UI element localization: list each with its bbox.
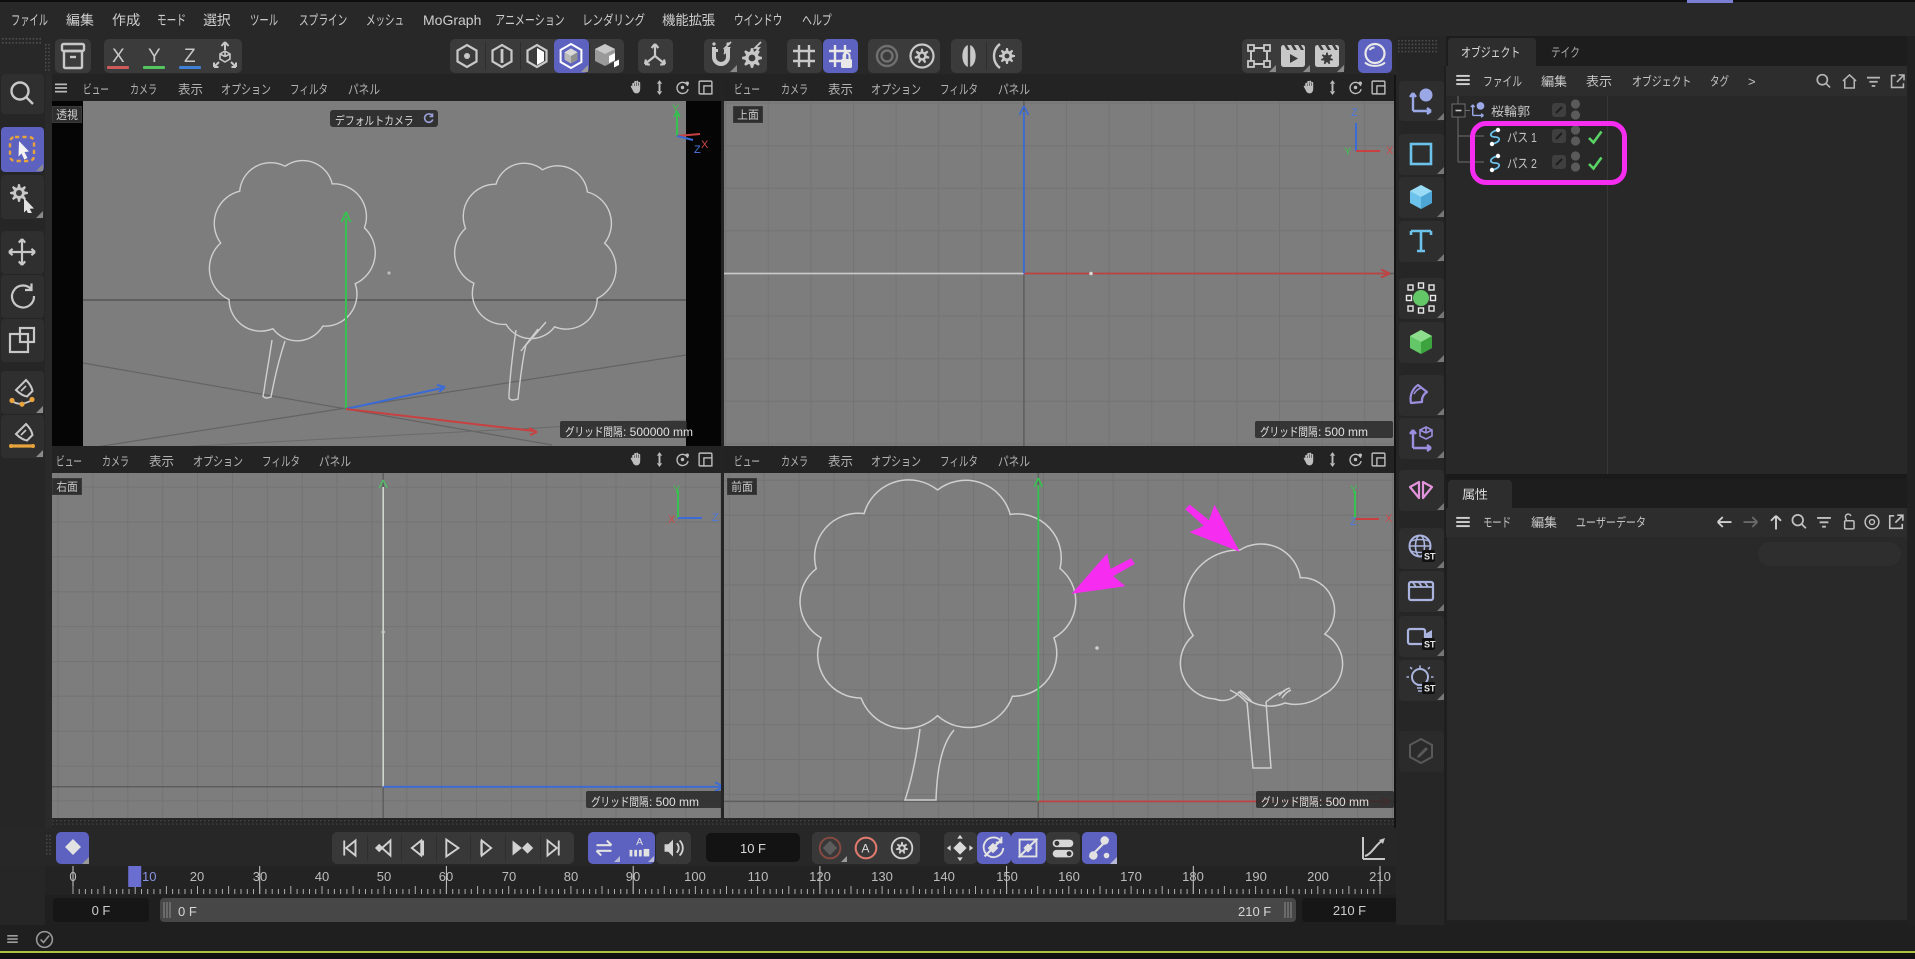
svg-text:ST: ST xyxy=(1424,640,1436,650)
svg-text:A: A xyxy=(861,842,870,856)
svg-text:ST: ST xyxy=(1424,684,1436,694)
svg-text:A: A xyxy=(636,837,643,848)
svg-text:ST: ST xyxy=(1424,552,1436,562)
